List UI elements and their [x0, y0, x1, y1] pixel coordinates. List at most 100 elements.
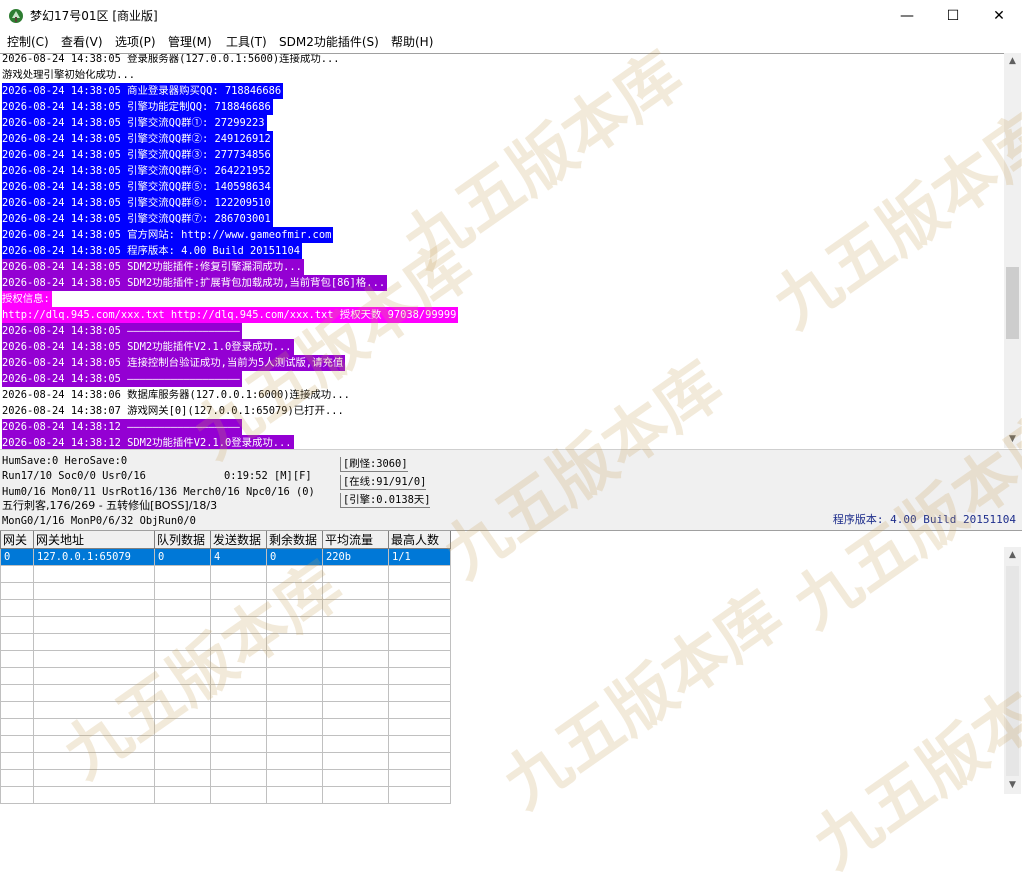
- scroll-down-icon[interactable]: ▼: [1004, 431, 1021, 448]
- log-scrollbar[interactable]: ▲ ▼: [1004, 53, 1021, 448]
- menu-control[interactable]: 控制(C): [7, 34, 49, 50]
- empty-table-row: [0, 786, 451, 804]
- scroll-up-icon[interactable]: ▲: [1004, 53, 1021, 70]
- table-cell: [266, 752, 323, 770]
- empty-table-row: [0, 701, 451, 719]
- table-cell: [388, 752, 451, 770]
- table-cell: [154, 667, 211, 685]
- table-cell: [266, 599, 323, 617]
- table-cell: [388, 616, 451, 634]
- status-monsters: MonG0/1/16 MonP0/6/32 ObjRun0/0: [2, 515, 196, 527]
- table-cell: [33, 599, 155, 617]
- minimize-button[interactable]: —: [884, 0, 930, 32]
- menu-tools[interactable]: 工具(T): [226, 34, 267, 50]
- table-cell: [388, 650, 451, 668]
- maximize-icon: ☐: [946, 8, 960, 24]
- grid-scroll-down-icon[interactable]: ▼: [1004, 777, 1021, 794]
- table-cell: [322, 667, 389, 685]
- maximize-button[interactable]: ☐: [930, 0, 976, 32]
- table-cell: [154, 633, 211, 651]
- table-cell: [154, 565, 211, 583]
- table-cell: [33, 752, 155, 770]
- log-line: 2026-08-24 14:38:05 SDM2功能插件:扩展背包加载成功,当前…: [2, 275, 388, 291]
- log-line: 2026-08-24 14:38:05 引擎交流QQ群③: 277734856: [2, 147, 273, 163]
- table-cell: [266, 582, 323, 600]
- menu-options[interactable]: 选项(P): [115, 34, 156, 50]
- table-cell: [33, 582, 155, 600]
- log-line: 游戏处理引擎初始化成功...: [2, 67, 138, 83]
- table-cell: [154, 718, 211, 736]
- empty-table-row: [0, 599, 451, 617]
- log-panel[interactable]: 2026-08-24 14:38:05 登录服务器(127.0.0.1:5600…: [0, 53, 1004, 449]
- table-cell: [154, 735, 211, 753]
- table-cell: [210, 650, 267, 668]
- log-line: 2026-08-24 14:38:05 SDM2功能插件:修复引擎漏洞成功...: [2, 259, 304, 275]
- menu-manage[interactable]: 管理(M): [168, 34, 212, 50]
- table-cell: [33, 718, 155, 736]
- menu-sdm2-plugin[interactable]: SDM2功能插件(S): [279, 34, 379, 50]
- table-row[interactable]: 0 127.0.0.1:65079 0 4 0 220b 1/1: [0, 548, 451, 566]
- log-scroll-thumb[interactable]: [1006, 267, 1019, 339]
- column-header[interactable]: 网关地址: [33, 531, 155, 549]
- table-cell: [154, 599, 211, 617]
- table-cell: [0, 769, 34, 787]
- refresh-monster-box: [刷怪:3060]: [340, 457, 408, 472]
- log-line: 2026-08-24 14:38:12 SDM2功能插件V2.1.0登录成功..…: [2, 435, 294, 449]
- table-cell: [210, 735, 267, 753]
- table-cell: [266, 667, 323, 685]
- empty-table-row: [0, 667, 451, 685]
- menu-help[interactable]: 帮助(H): [391, 34, 433, 50]
- column-header[interactable]: 队列数据: [154, 531, 211, 549]
- log-line: 2026-08-24 14:38:06 数据库服务器(127.0.0.1:600…: [2, 387, 352, 403]
- table-cell: [322, 650, 389, 668]
- table-cell: [33, 565, 155, 583]
- grid-scroll-up-icon[interactable]: ▲: [1004, 547, 1021, 564]
- empty-table-row: [0, 616, 451, 634]
- log-line: 2026-08-24 14:38:05 引擎功能定制QQ: 718846686: [2, 99, 273, 115]
- status-uptime: 0:19:52 [M][F]: [224, 470, 312, 482]
- table-cell: [33, 650, 155, 668]
- log-line: 2026-08-24 14:38:05 引擎交流QQ群④: 264221952: [2, 163, 273, 179]
- table-cell: [0, 752, 34, 770]
- table-cell: [0, 667, 34, 685]
- table-cell: [266, 684, 323, 702]
- empty-table-row: [0, 752, 451, 770]
- log-line: 2026-08-24 14:38:05 连接控制台验证成功,当前为5人测试版,请…: [2, 355, 346, 371]
- table-cell: [33, 769, 155, 787]
- table-cell: [266, 616, 323, 634]
- table-cell: [210, 599, 267, 617]
- grid-scroll-thumb[interactable]: [1006, 566, 1019, 776]
- status-run: Run17/10 Soc0/0 Usr0/16: [2, 470, 146, 482]
- table-cell: [210, 786, 267, 804]
- gateway-grid[interactable]: 网关 网关地址 队列数据 发送数据 剩余数据 平均流量 最高人数 0 127.0.0.1:65…: [0, 530, 1004, 804]
- table-cell: [266, 701, 323, 719]
- column-header[interactable]: 网关: [0, 531, 34, 549]
- menu-view[interactable]: 查看(V): [61, 34, 103, 50]
- close-button[interactable]: ✕: [976, 0, 1022, 32]
- log-line: 2026-08-24 14:38:05 程序版本: 4.00 Build 201…: [2, 243, 303, 259]
- gateway-table: 网关 网关地址 队列数据 发送数据 剩余数据 平均流量 最高人数 0 127.0.0.1:65…: [0, 531, 451, 804]
- table-cell: [33, 786, 155, 804]
- table-cell: [388, 633, 451, 651]
- table-cell: [322, 735, 389, 753]
- table-cell: 127.0.0.1:65079: [33, 548, 155, 566]
- column-header[interactable]: 最高人数: [388, 531, 451, 549]
- table-cell: [266, 769, 323, 787]
- column-header[interactable]: 发送数据: [210, 531, 267, 549]
- table-cell: 1/1: [388, 548, 451, 566]
- column-header[interactable]: 剩余数据: [266, 531, 323, 549]
- table-cell: [388, 599, 451, 617]
- table-cell: [0, 684, 34, 702]
- log-line: 2026-08-24 14:38:05 引擎交流QQ群②: 249126912: [2, 131, 273, 147]
- table-cell: [154, 701, 211, 719]
- table-cell: [0, 633, 34, 651]
- table-cell: [322, 786, 389, 804]
- column-header[interactable]: 平均流量: [322, 531, 389, 549]
- table-cell: [388, 786, 451, 804]
- table-cell: [0, 599, 34, 617]
- table-cell: [266, 718, 323, 736]
- log-line: 2026-08-24 14:38:05 引擎交流QQ群⑤: 140598634: [2, 179, 273, 195]
- table-cell: 0: [266, 548, 323, 566]
- table-cell: [33, 701, 155, 719]
- grid-scrollbar[interactable]: ▲ ▼: [1004, 547, 1021, 794]
